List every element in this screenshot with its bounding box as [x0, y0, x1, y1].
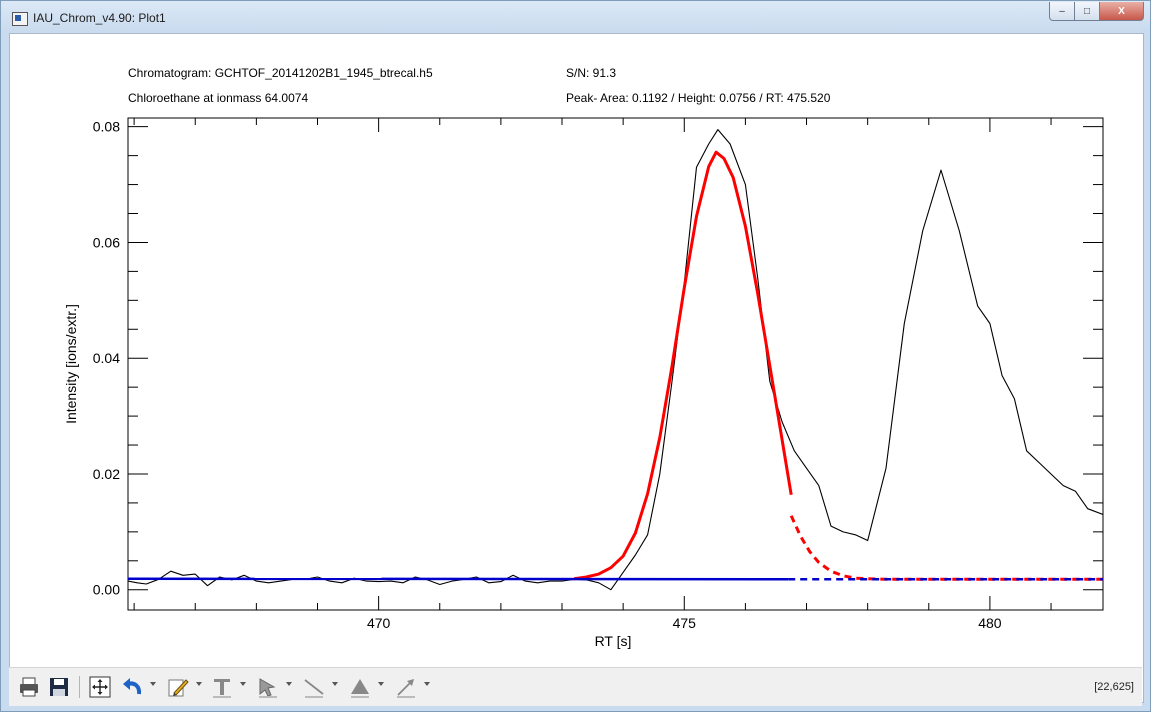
shape-dropdown[interactable] — [378, 682, 384, 686]
y-tick-label: 0.08 — [93, 119, 120, 135]
save-icon[interactable] — [47, 674, 71, 700]
y-tick-label: 0.04 — [93, 350, 120, 366]
pencil-dropdown[interactable] — [196, 682, 202, 686]
text-icon[interactable] — [209, 674, 235, 700]
x-tick-label: 470 — [367, 615, 391, 631]
gaussian-fit-extrapolated-line — [789, 515, 1103, 581]
baseline-line — [128, 577, 789, 581]
undo-dropdown[interactable] — [150, 682, 156, 686]
undo-icon[interactable] — [119, 674, 145, 700]
arrow-icon[interactable] — [393, 674, 419, 700]
shape-icon[interactable] — [347, 674, 373, 700]
peak-info-label: Peak- Area: 0.1192 / Height: 0.0756 / RT… — [566, 91, 831, 105]
x-tick-label: 480 — [978, 615, 1002, 631]
print-icon[interactable] — [17, 674, 41, 700]
raw-signal-line — [128, 129, 1103, 591]
chromatogram-label: Chromatogram: GCHTOF_20141202B1_1945_btr… — [128, 66, 433, 80]
line-dropdown[interactable] — [332, 682, 338, 686]
toolbar-separator — [79, 676, 80, 698]
select-dropdown[interactable] — [286, 682, 292, 686]
cursor-coordinates: [22,625] — [1094, 681, 1134, 693]
toolbar: [22,625] — [9, 667, 1142, 706]
signal-noise-label: S/N: 91.3 — [566, 66, 616, 80]
app-window: IAU_Chrom_v4.90: Plot1 – □ X Chromatogra… — [0, 0, 1151, 712]
axis-tick-labels: 470 475 480 0.00 0.02 0.04 0.06 0.08 — [93, 119, 1002, 631]
select-icon[interactable] — [255, 674, 281, 700]
y-tick-label: 0.02 — [93, 466, 120, 482]
plot-frame — [127, 117, 1104, 611]
x-axis-label: RT [s] — [595, 633, 632, 649]
arrow-dropdown[interactable] — [424, 682, 430, 686]
axis-ticks — [128, 118, 1103, 610]
y-tick-label: 0.06 — [93, 234, 120, 250]
fit-view-icon[interactable] — [87, 674, 113, 700]
text-dropdown[interactable] — [240, 682, 246, 686]
y-tick-label: 0.00 — [93, 582, 120, 598]
pencil-icon[interactable] — [165, 674, 191, 700]
series-layer — [128, 129, 1103, 591]
y-axis-label: Intensity [ions/extr.] — [63, 304, 79, 424]
gaussian-fit-line — [573, 150, 793, 581]
line-icon[interactable] — [301, 674, 327, 700]
x-tick-label: 475 — [673, 615, 697, 631]
chromatogram-chart: Chromatogram: GCHTOF_20141202B1_1945_btr… — [63, 66, 1104, 649]
compound-label: Chloroethane at ionmass 64.0074 — [128, 91, 308, 105]
